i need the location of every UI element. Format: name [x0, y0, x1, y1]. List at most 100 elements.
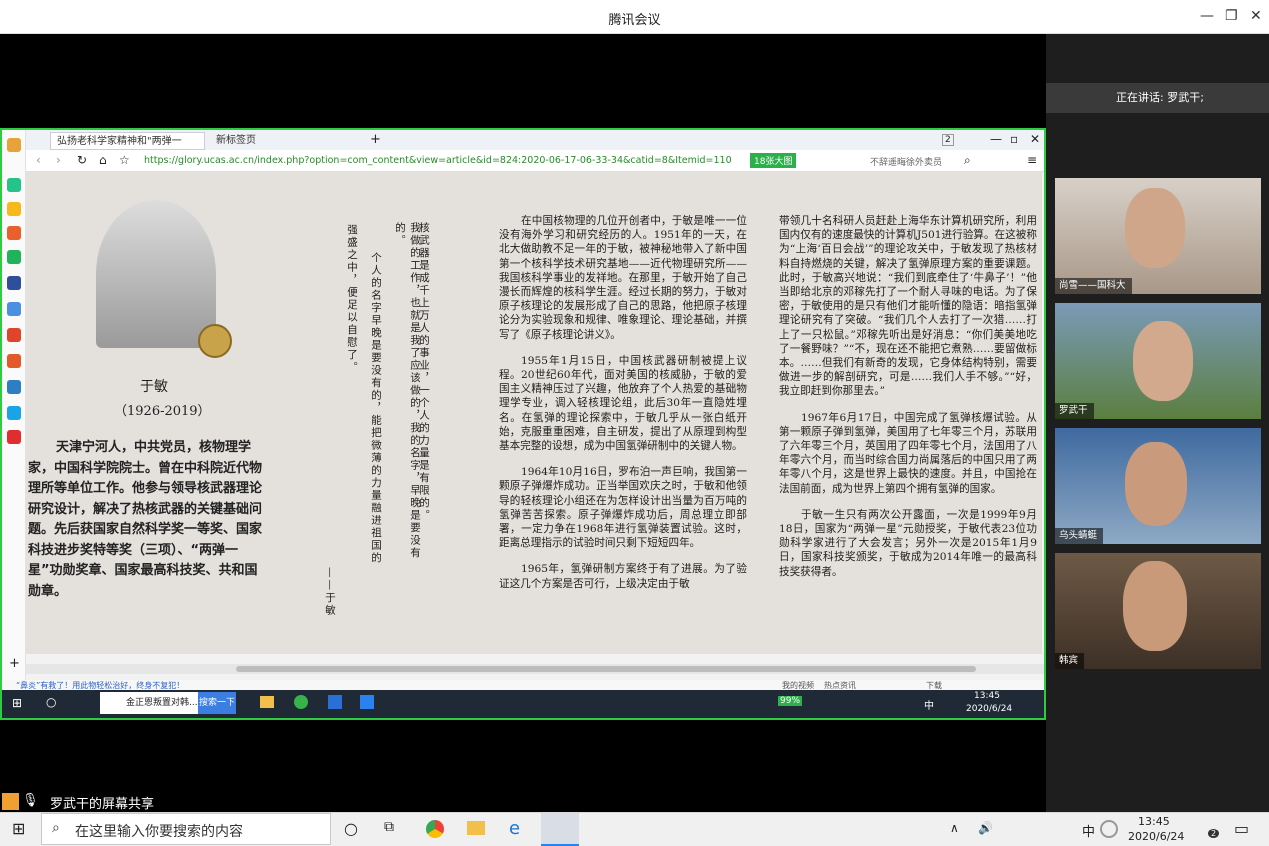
big-image-button[interactable]: 18张大图 [750, 153, 797, 168]
mic-icon: 🎙 [22, 793, 39, 808]
article-page: 于敏 （1926-2019） 天津宁河人，中共党员，核物理学家，中国科学院院士。… [26, 172, 1042, 654]
weibo-icon[interactable] [7, 226, 21, 240]
chrome-icon[interactable] [426, 820, 444, 838]
game-icon[interactable] [7, 354, 21, 368]
speaking-indicator: 正在讲话: 罗武干; [1046, 83, 1269, 113]
favorites-icon[interactable] [7, 202, 21, 216]
participant-name: 尚雪——国科大 [1055, 278, 1132, 294]
window-titlebar: 腾讯会议 — ❐ ✕ [0, 0, 1269, 34]
browser-addressbar: ‹ › ↻ ⌂ ☆ https://glory.ucas.ac.cn/index… [2, 150, 1044, 172]
add-icon[interactable]: + [9, 656, 20, 671]
search-input[interactable]: 不辞遥晦徐外卖员 [870, 155, 942, 168]
back-icon[interactable]: ‹ [36, 153, 41, 167]
participants-panel [1046, 34, 1269, 820]
browser-tab-active[interactable]: 弘扬老科学家精神和"两弹一星"精 [50, 132, 205, 165]
window-title: 腾讯会议 [608, 13, 661, 28]
windows-start-icon[interactable]: ⊞ [12, 819, 25, 838]
search-placeholder: 在这里输入你要搜索的内容 [75, 824, 243, 840]
quote-column: 强盛之中，便足以自慰了。 [346, 224, 358, 374]
edge-icon[interactable]: e [509, 818, 520, 839]
person-face [1123, 561, 1187, 651]
battery-indicator[interactable]: 99% [778, 696, 803, 706]
person-face [1125, 442, 1187, 526]
app-icon[interactable] [7, 250, 21, 264]
clock-time[interactable]: 13:45 [974, 691, 1000, 701]
app-icon[interactable] [7, 430, 21, 444]
article-column-1: 在中国核物理的几位开创者中，于敏是唯一一位没有海外学习和研究经历的人。1951年… [499, 215, 747, 590]
explorer-icon[interactable] [260, 696, 274, 708]
restore-icon[interactable]: ▫ [1010, 132, 1018, 146]
quote-signature: ——于敏 [324, 567, 336, 617]
bookmark-icon[interactable]: ☆ [119, 153, 130, 167]
task-view-icon[interactable]: ⧉ [384, 819, 394, 835]
screen-share-label: 🎙 罗武干的屏幕共享 [0, 792, 330, 812]
search-icon: ⌕ [52, 820, 60, 836]
participant-video[interactable]: 韩宾 [1055, 553, 1261, 669]
person-name: 于敏 [140, 379, 168, 395]
shared-screen: 弘扬老科学家精神和"两弹一星"精 新标签页 + 2 — ▫ ✕ ‹ › ↻ ⌂ … [0, 128, 1046, 720]
person-face [1133, 321, 1193, 401]
action-center-icon[interactable]: ▭ [1234, 819, 1249, 838]
quote-column: 我做的工作，也就是我了应该做的，我的名字，早晚是要没有的。 [394, 222, 421, 560]
taskbar-search[interactable]: ⌕ 在这里输入你要搜索的内容 [41, 813, 331, 845]
forward-icon[interactable]: › [56, 153, 61, 167]
cortana-icon[interactable]: ○ [344, 819, 358, 838]
clock-date[interactable]: 2020/6/24 [1128, 830, 1184, 843]
avatar-icon[interactable] [7, 138, 21, 152]
ie-task-button[interactable]: 金正恩叛置对韩... [100, 692, 198, 714]
close-icon[interactable]: ✕ [1030, 132, 1040, 146]
reload-icon[interactable]: ↻ [77, 153, 87, 167]
app-icon[interactable] [7, 276, 21, 290]
article-column-2: 带领几十名科研人员赶赴上海华东计算机研究所，利用国内仅有的速度最快的计算机J50… [779, 215, 1037, 578]
volume-icon[interactable]: 🔊 [978, 821, 993, 835]
person-years: （1926-2019） [114, 404, 211, 419]
search-button[interactable]: 搜索一下 [198, 692, 236, 714]
browser-tabbar: 弘扬老科学家精神和"两弹一星"精 新标签页 + 2 — ▫ ✕ [2, 130, 1044, 165]
participant-video[interactable]: 尚雪——国科大 [1055, 178, 1261, 294]
assistant-icon[interactable] [1100, 820, 1118, 838]
cortana-icon[interactable]: ○ [46, 695, 56, 709]
minimize-icon[interactable]: — [990, 132, 1002, 146]
app-icon[interactable] [7, 380, 21, 394]
search-icon[interactable]: ⌕ [964, 153, 971, 168]
ime-indicator[interactable]: 中 [924, 697, 934, 712]
app-icon[interactable] [7, 328, 21, 342]
browser-tab-newtab[interactable]: 新标签页 [210, 132, 360, 150]
share-owner-label: 罗武干的屏幕共享 [50, 797, 155, 812]
medal-icon [198, 324, 232, 358]
doc-icon[interactable] [7, 302, 21, 316]
menu-icon[interactable]: ≡ [1027, 153, 1037, 167]
browser-icon[interactable] [294, 695, 308, 709]
new-tab-icon[interactable]: + [370, 132, 381, 147]
close-icon[interactable]: ✕ [1250, 8, 1262, 24]
file-explorer-icon[interactable] [467, 821, 485, 835]
clock-time[interactable]: 13:45 [1138, 815, 1170, 828]
remote-taskbar: ⊞ ○ 金正恩叛置对韩... 搜索一下 99% 中 13:45 2020/6/2… [2, 690, 1044, 718]
user-icon [2, 793, 19, 810]
chevron-up-icon[interactable]: ∧ [950, 821, 959, 835]
app-icon[interactable] [7, 178, 21, 192]
participant-video[interactable]: 乌头蜻蜓 [1055, 428, 1261, 544]
scrollbar-thumb[interactable] [236, 666, 976, 672]
horizontal-scrollbar[interactable] [26, 664, 1044, 674]
home-icon[interactable]: ⌂ [99, 153, 107, 167]
bio-text: 天津宁河人，中共党员，核物理学家，中国科学院院士。曾在中科院近代物理所等单位工作… [28, 440, 263, 599]
url-field[interactable]: https://glory.ucas.ac.cn/index.php?optio… [144, 153, 744, 169]
clock-date[interactable]: 2020/6/24 [966, 704, 1012, 714]
browser-sidebar: + [2, 130, 26, 690]
tab-count[interactable]: 2 [942, 134, 954, 146]
ime-indicator[interactable]: 中 [1082, 821, 1095, 840]
windows-icon[interactable]: ⊞ [12, 696, 22, 710]
participant-name: 韩宾 [1055, 653, 1085, 669]
minimize-icon[interactable]: — [1200, 8, 1214, 24]
meeting-icon[interactable] [360, 695, 374, 709]
app-icon[interactable] [7, 406, 21, 420]
portrait-photo [96, 200, 216, 348]
participant-name: 罗武干 [1055, 403, 1094, 419]
quote-column: 个人的名字早晚是要没有的，能把微薄的力量融进祖国的 [370, 252, 382, 565]
word-icon[interactable] [328, 695, 342, 709]
tencent-meeting-icon[interactable] [541, 813, 579, 846]
restore-icon[interactable]: ❐ [1225, 8, 1238, 24]
participant-video[interactable]: 罗武干 [1055, 303, 1261, 419]
participant-name: 乌头蜻蜓 [1055, 528, 1104, 544]
